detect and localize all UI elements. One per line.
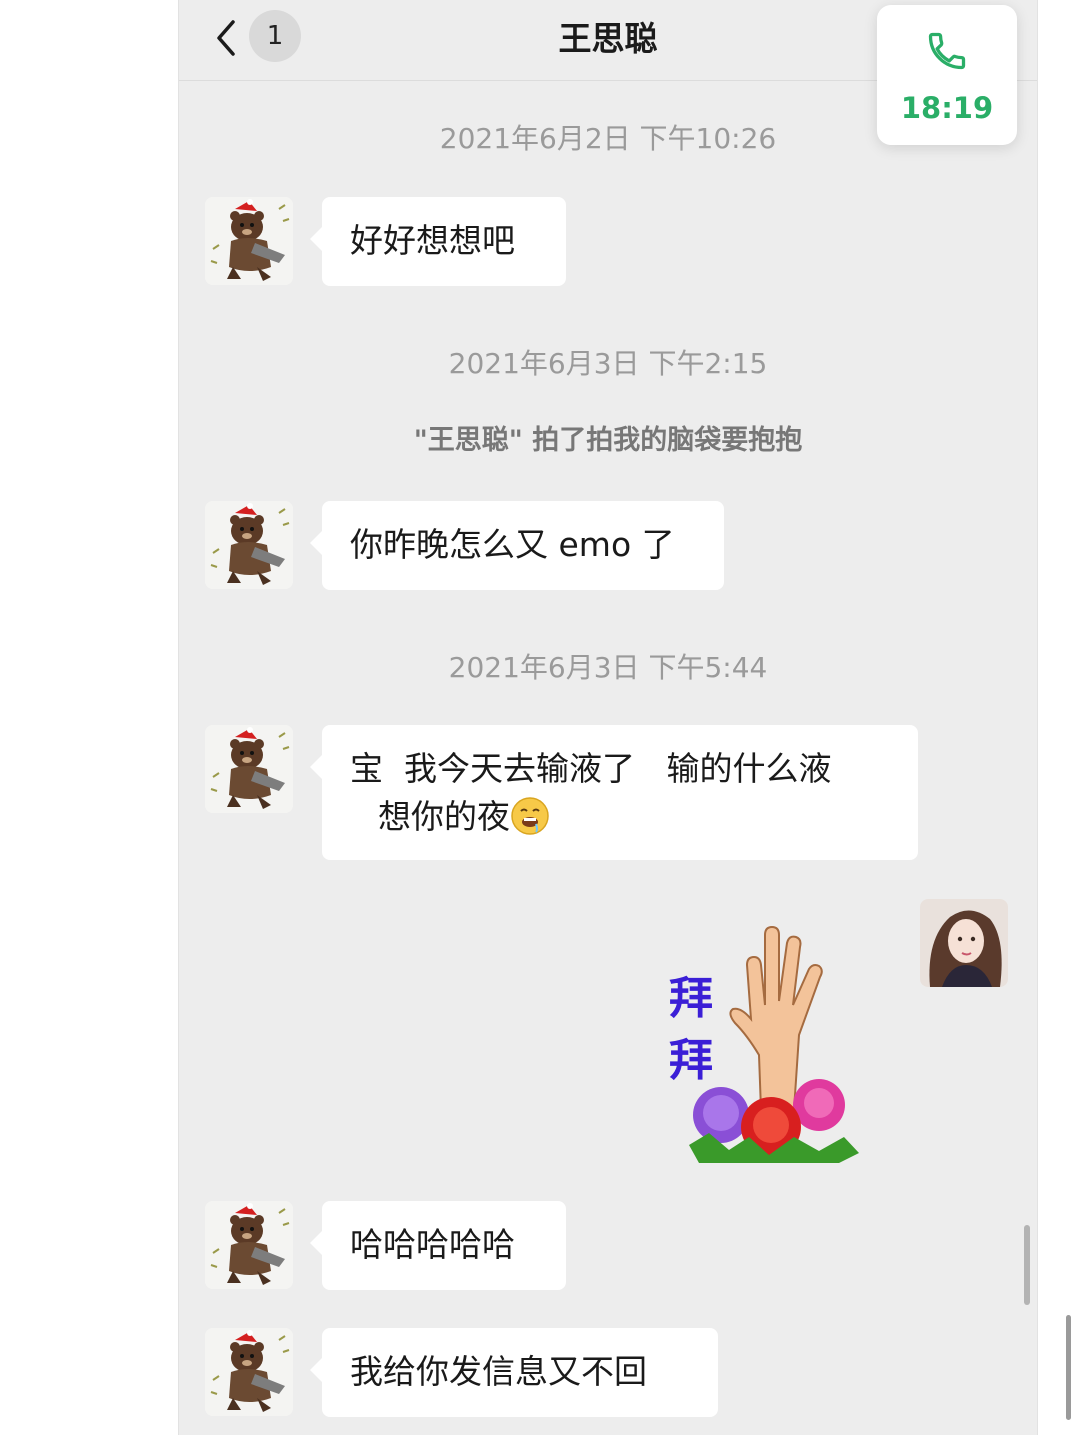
- bear-avatar-icon: [205, 1201, 293, 1289]
- chat-screen: 1 王思聪 18:19 2021年6月2日 下午10:26 好好想想吧 2021…: [178, 0, 1038, 1435]
- bear-avatar-icon: [205, 1328, 293, 1416]
- contact-avatar[interactable]: [205, 1328, 293, 1416]
- message-line: 想你的夜: [350, 793, 890, 841]
- message-timestamp: 2021年6月2日 下午10:26: [439, 122, 777, 155]
- contact-avatar[interactable]: [205, 197, 293, 285]
- my-avatar[interactable]: [920, 899, 1008, 987]
- received-message-bubble[interactable]: 哈哈哈哈哈: [310, 1201, 566, 1290]
- contact-avatar[interactable]: [205, 501, 293, 589]
- drooling-face-emoji-icon: [511, 797, 549, 835]
- received-message-bubble[interactable]: 宝 我今天去输液了 输的什么液想你的夜: [310, 725, 918, 860]
- contact-avatar[interactable]: [205, 725, 293, 813]
- chat-scrollbar[interactable]: [1024, 1225, 1030, 1305]
- message-line-text: 想你的夜: [378, 797, 510, 836]
- sticker-text: 拜: [669, 973, 713, 1024]
- bear-avatar-icon: [205, 501, 293, 589]
- bear-avatar-icon: [205, 725, 293, 813]
- sticker-text: 拜: [669, 1035, 713, 1086]
- received-message-bubble[interactable]: 你昨晚怎么又 emo 了: [310, 501, 724, 590]
- message-timestamp: 2021年6月3日 下午5:44: [448, 651, 768, 684]
- received-message-bubble[interactable]: 好好想想吧: [310, 197, 566, 286]
- bear-avatar-icon: [205, 197, 293, 285]
- received-message-bubble[interactable]: 我给你发信息又不回: [310, 1328, 718, 1417]
- message-timestamp: 2021年6月3日 下午2:15: [448, 347, 768, 380]
- bye-bye-sticker[interactable]: 拜 拜: [629, 905, 869, 1170]
- girl-avatar-icon: [920, 899, 1008, 987]
- page-scrollbar[interactable]: [1066, 1315, 1071, 1420]
- phone-icon: [928, 32, 966, 70]
- message-line: 宝 我今天去输液了 输的什么液: [350, 749, 832, 788]
- pat-notification: "王思聪" 拍了拍我的脑袋要抱抱: [413, 425, 803, 456]
- contact-avatar[interactable]: [205, 1201, 293, 1289]
